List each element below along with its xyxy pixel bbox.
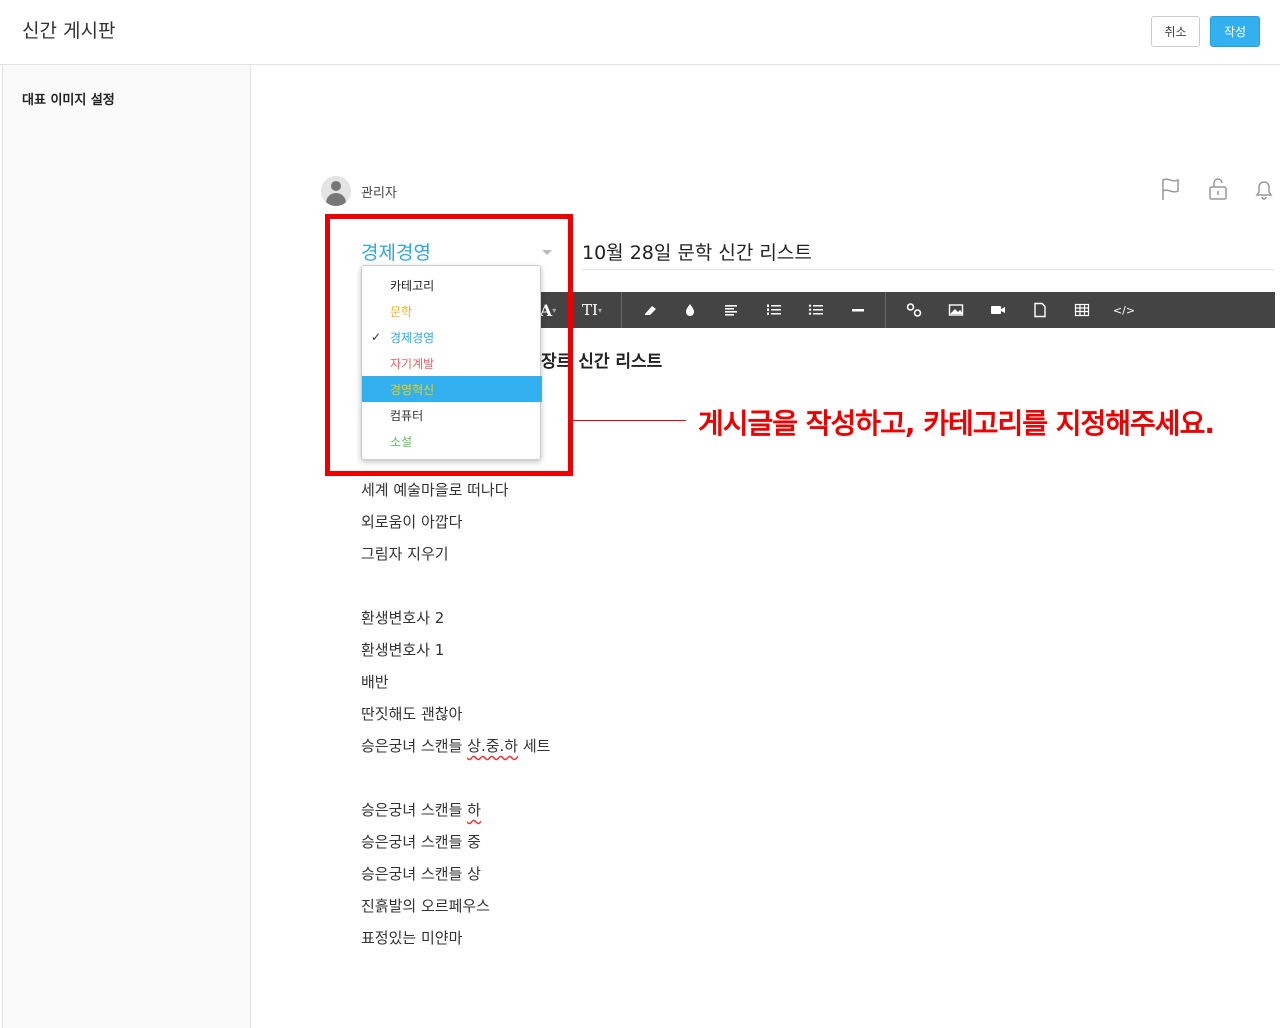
- page-title: 신간 게시판: [22, 20, 116, 42]
- annotation-highlight-box: [325, 214, 573, 476]
- sidebar-item-thumbnail-setting[interactable]: 대표 이미지 설정: [22, 89, 115, 108]
- content-line: 승은궁녀 스캔들 상.중.하 세트: [361, 737, 551, 755]
- align-icon[interactable]: [717, 292, 747, 328]
- spellcheck-word: 상.중.하: [467, 737, 519, 755]
- top-bar: 신간 게시판 취소 작성: [0, 0, 1280, 65]
- annotation-pointer-line: [573, 420, 686, 421]
- cancel-button[interactable]: 취소: [1151, 16, 1200, 47]
- horizontal-rule-icon[interactable]: [843, 292, 873, 328]
- content-line: 승은궁녀 스캔들 상: [361, 865, 481, 883]
- flag-icon[interactable]: [1159, 176, 1185, 202]
- spellcheck-word: 하: [467, 801, 481, 819]
- author-name: 관리자: [361, 186, 397, 201]
- video-icon[interactable]: [983, 292, 1013, 328]
- content-line: 표정있는 미얀마: [361, 929, 463, 947]
- content-line: 그림자 지우기: [361, 545, 449, 563]
- sidebar: 대표 이미지 설정: [2, 65, 251, 1028]
- content-line: 승은궁녀 스캔들 중: [361, 833, 481, 851]
- font-size-icon[interactable]: TI ▾: [577, 292, 607, 328]
- code-icon[interactable]: </>: [1109, 292, 1139, 328]
- ordered-list-icon[interactable]: [759, 292, 789, 328]
- link-icon[interactable]: [899, 292, 929, 328]
- eraser-icon[interactable]: [635, 292, 665, 328]
- content-line: 딴짓해도 괜찮아: [361, 705, 463, 723]
- table-icon[interactable]: [1067, 292, 1097, 328]
- annotation-callout: 게시글을 작성하고, 카테고리를 지정해주세요.: [698, 407, 1215, 440]
- submit-button[interactable]: 작성: [1210, 16, 1260, 47]
- title-input[interactable]: 10월 28일 문학 신간 리스트: [582, 236, 1274, 270]
- content-line: 세계 예술마을로 떠나다: [361, 481, 509, 499]
- image-icon[interactable]: [941, 292, 971, 328]
- avatar: [321, 176, 351, 206]
- bell-icon[interactable]: [1251, 176, 1277, 202]
- content-line: 배반: [361, 673, 389, 691]
- content-line: 외로움이 아깝다: [361, 513, 463, 531]
- drop-icon[interactable]: [675, 292, 705, 328]
- file-icon[interactable]: [1025, 292, 1055, 328]
- unlock-icon[interactable]: [1205, 176, 1231, 202]
- content-line: 진흙발의 오르페우스: [361, 897, 490, 915]
- content-line: 환생변호사 2: [361, 609, 445, 627]
- content-line: 승은궁녀 스캔들 하: [361, 801, 481, 819]
- content-line: 환생변호사 1: [361, 641, 445, 659]
- unordered-list-icon[interactable]: [801, 292, 831, 328]
